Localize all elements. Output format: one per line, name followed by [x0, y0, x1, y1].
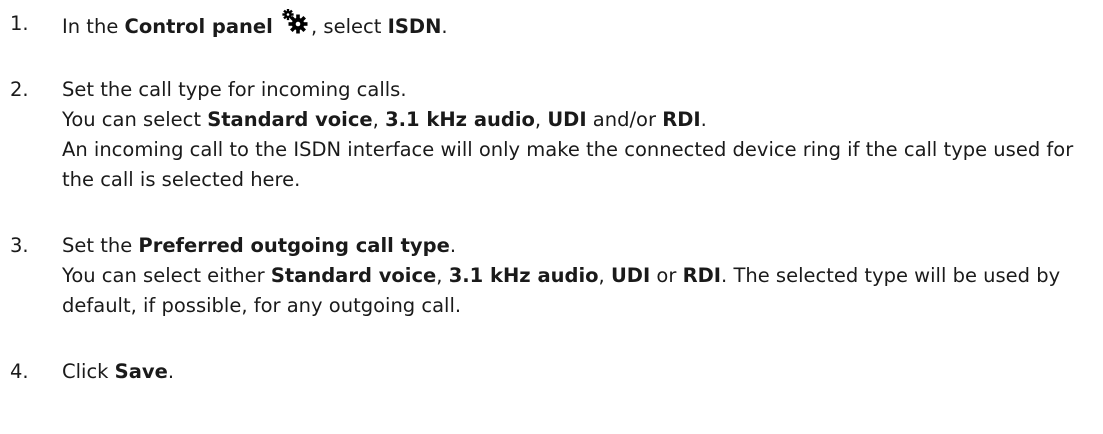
- step-line: An incoming call to the ISDN interface w…: [62, 138, 1074, 191]
- text: .: [449, 234, 457, 257]
- step-line: You can select Standard voice, 3.1 kHz a…: [62, 105, 1097, 135]
- control-panel-gears-icon: [282, 9, 308, 34]
- step-text: In the Control panel , select ISDN.: [62, 9, 1097, 42]
- text: , select: [311, 15, 388, 38]
- ui-term-isdn: ISDN: [387, 15, 442, 38]
- step-number: 1.: [10, 12, 29, 35]
- text: .: [441, 15, 448, 38]
- ui-term: UDI: [547, 108, 587, 131]
- text: .: [700, 108, 707, 131]
- step-number: 3.: [10, 234, 29, 257]
- step-text: Click Save.: [62, 357, 1097, 387]
- text: You can select either: [62, 264, 271, 287]
- ui-term: Standard voice: [207, 108, 373, 131]
- instruction-list: 1. In the Control panel , select ISDN. 2…: [0, 0, 1103, 434]
- text: ,: [436, 264, 449, 287]
- text: Click: [62, 360, 115, 383]
- ui-term: RDI: [682, 264, 722, 287]
- text: You can select: [62, 108, 208, 131]
- ui-term: RDI: [662, 108, 701, 131]
- ui-term: Standard voice: [270, 264, 437, 287]
- ui-term: UDI: [610, 264, 651, 287]
- ui-term-save: Save: [114, 360, 168, 383]
- ui-term-control-panel: Control panel: [124, 15, 273, 38]
- step-number: 4.: [10, 360, 29, 383]
- text: In the: [62, 15, 125, 38]
- step-line: You can select either Standard voice, 3.…: [62, 261, 1097, 321]
- text: ,: [534, 108, 548, 131]
- text: .: [167, 360, 175, 383]
- text: ,: [372, 108, 386, 131]
- text: Set the: [62, 234, 139, 257]
- text: or: [650, 264, 683, 287]
- ui-term: Preferred outgoing call type: [138, 234, 450, 257]
- text: and/or: [586, 108, 663, 131]
- step-line: Set the Preferred outgoing call type.: [62, 231, 1097, 261]
- step-text: Set the call type for incoming calls. Yo…: [62, 75, 1097, 195]
- step-line: Set the call type for incoming calls.: [62, 78, 407, 101]
- text: ,: [598, 264, 611, 287]
- step-text: Set the Preferred outgoing call type. Yo…: [62, 231, 1097, 321]
- step-number: 2.: [10, 78, 29, 101]
- ui-term: 3.1 kHz audio: [448, 264, 599, 287]
- ui-term: 3.1 kHz audio: [385, 108, 535, 131]
